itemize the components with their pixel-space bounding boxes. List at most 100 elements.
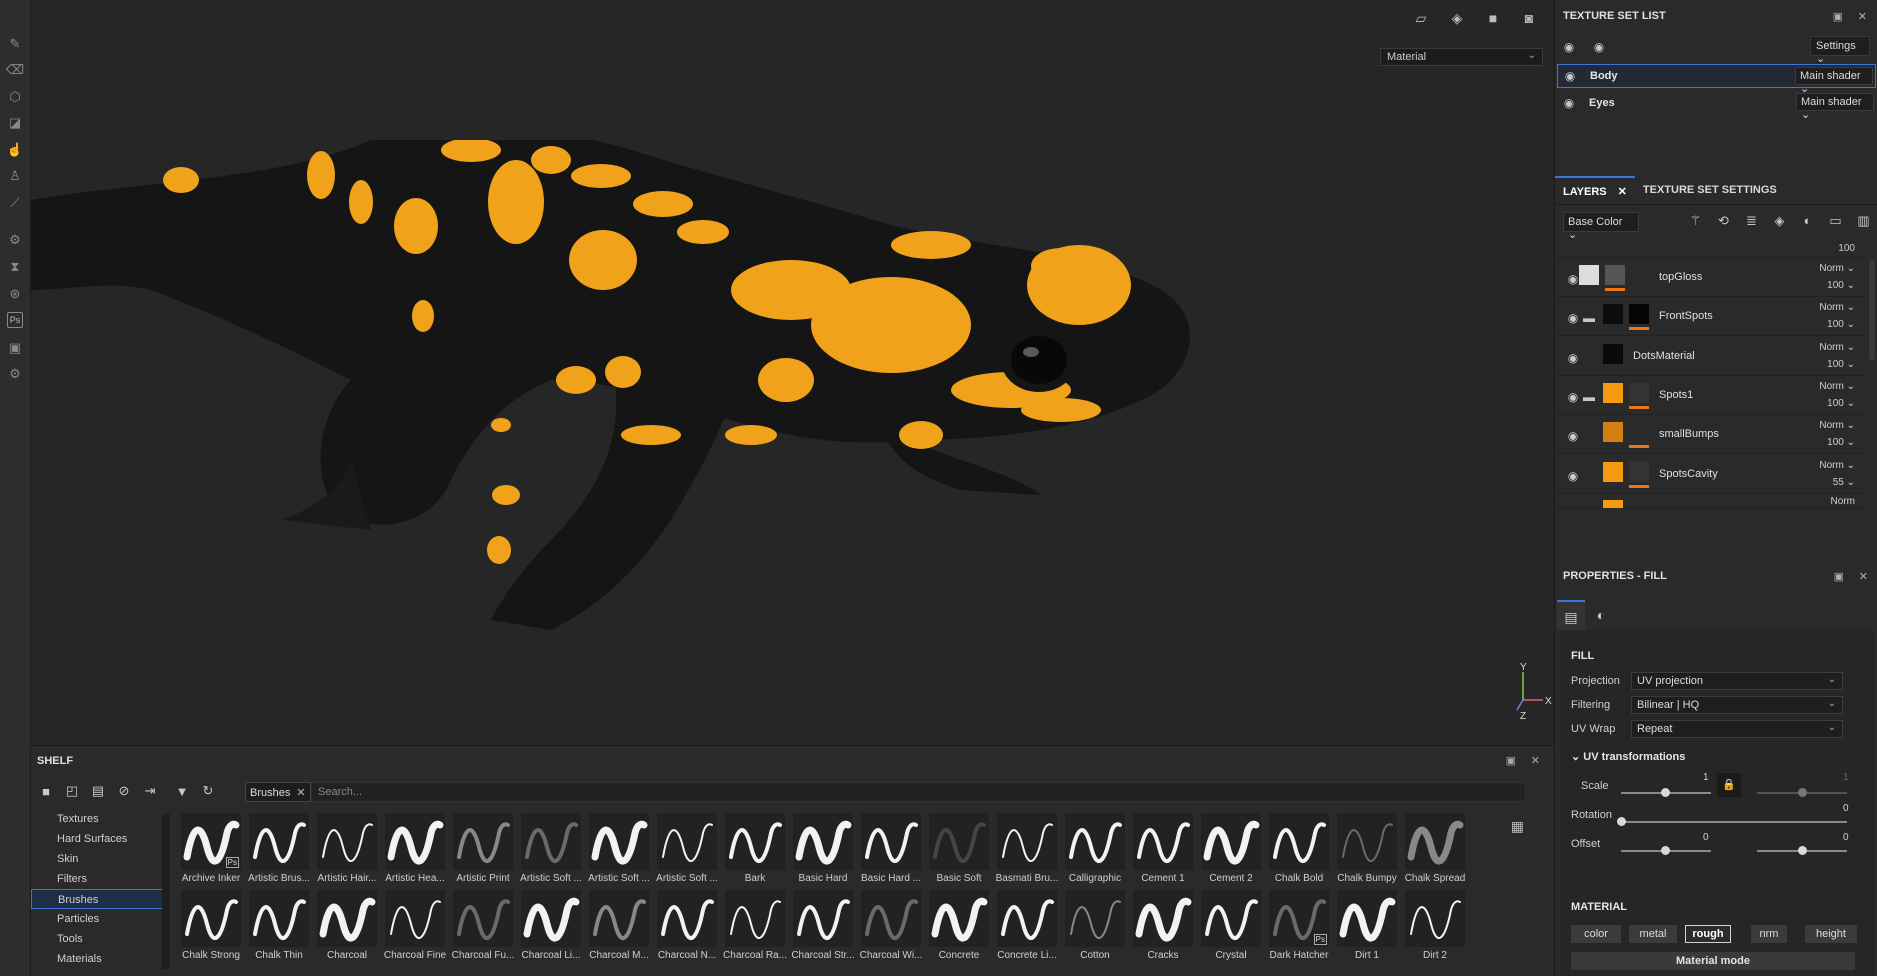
category-item[interactable]: Textures bbox=[31, 809, 163, 829]
display-mode-dropdown[interactable]: Material ⌄ bbox=[1380, 48, 1543, 66]
blend-mode-dropdown[interactable]: Norm ⌄ bbox=[1819, 381, 1855, 392]
layer-row[interactable]: ◉ smallBumps Norm ⌄ 100 ⌄ bbox=[1555, 415, 1865, 455]
channel-toggle-color[interactable]: color bbox=[1571, 925, 1621, 943]
brush-item[interactable]: Artistic Soft ... bbox=[653, 811, 721, 888]
eye-icon[interactable]: ◉ bbox=[1561, 429, 1585, 443]
camera-icon[interactable]: ■ bbox=[1482, 8, 1504, 28]
lock-icon[interactable]: 🔒 bbox=[1717, 773, 1741, 797]
brush-item[interactable]: Artistic Hair... bbox=[313, 811, 381, 888]
3d-viewport[interactable]: ▱ ◈ ■ ◙ Material ⌄ Y X Z bbox=[31, 0, 1554, 735]
save-icon[interactable]: ▤ bbox=[87, 781, 109, 801]
scale-value[interactable]: 1 bbox=[1703, 772, 1709, 783]
material-mode-button[interactable]: Material mode bbox=[1571, 952, 1855, 970]
add-mask-icon[interactable]: ◐ bbox=[1797, 213, 1818, 231]
uv-transformations-section[interactable]: ⌄ UV transformations bbox=[1571, 750, 1685, 763]
layer-row[interactable]: ◉ ▬ Spots1 Norm ⌄ 100 ⌄ bbox=[1555, 376, 1865, 415]
brush-item[interactable]: Cracks bbox=[1129, 888, 1197, 965]
frame-icon[interactable]: ▱ bbox=[1410, 8, 1432, 28]
brush-item[interactable]: Charcoal M... bbox=[585, 888, 653, 965]
uvwrap-dropdown[interactable]: Repeat ⌄ bbox=[1631, 720, 1843, 738]
brush-item[interactable]: Calligraphic bbox=[1061, 811, 1129, 888]
filter-icon[interactable]: ▼ bbox=[171, 781, 193, 801]
export-icon[interactable]: ▣ bbox=[5, 338, 25, 358]
tab-texture-set-settings[interactable]: TEXTURE SET SETTINGS bbox=[1635, 176, 1785, 204]
eye-settings-icon[interactable]: ◉ bbox=[1557, 40, 1581, 54]
material-tab-icon[interactable]: ◐ bbox=[1587, 600, 1615, 630]
tab-layers[interactable]: LAYERS ✕ bbox=[1555, 176, 1635, 204]
layer-opacity[interactable]: 55 ⌄ bbox=[1833, 477, 1855, 488]
settings-dropdown[interactable]: Settings ⌄ bbox=[1810, 36, 1870, 65]
folder-icon[interactable]: ▬ bbox=[1583, 311, 1595, 325]
layer-opacity[interactable]: 100 ⌄ bbox=[1827, 398, 1855, 409]
brush-item[interactable]: Chalk Bold bbox=[1265, 811, 1333, 888]
texture-set-body[interactable]: ◉ Body Main shader ⌄ bbox=[1557, 64, 1876, 95]
close-icon[interactable]: ✕ bbox=[1858, 10, 1867, 23]
offset-value-1[interactable]: 0 bbox=[1703, 832, 1709, 843]
blend-mode-dropdown[interactable]: Norm ⌄ bbox=[1819, 420, 1855, 431]
brush-item[interactable]: Concrete Li... bbox=[993, 888, 1061, 965]
eye-icon[interactable]: ◉ bbox=[1587, 40, 1611, 54]
close-icon[interactable]: ✕ bbox=[1531, 754, 1540, 767]
scale-slider-handle[interactable] bbox=[1661, 788, 1670, 797]
brush-item[interactable]: Bark bbox=[721, 811, 789, 888]
channel-toggle-height[interactable]: height bbox=[1805, 925, 1857, 943]
float-icon[interactable]: ▣ bbox=[1834, 570, 1844, 583]
brush-item[interactable]: Charcoal Li... bbox=[517, 888, 585, 965]
settings-icon[interactable]: ⚙ bbox=[5, 364, 25, 384]
brush-item[interactable]: Charcoal Fine bbox=[381, 888, 449, 965]
cube-view-icon[interactable]: ◈ bbox=[1446, 8, 1468, 28]
blend-mode-dropdown[interactable]: Norm ⌄ bbox=[1819, 460, 1855, 471]
brush-item[interactable]: Cement 2 bbox=[1197, 811, 1265, 888]
channel-toggle-rough[interactable]: rough bbox=[1685, 925, 1731, 943]
new-shelf-icon[interactable]: ◰ bbox=[61, 781, 83, 801]
layer-row-partial[interactable]: 100 bbox=[1555, 240, 1865, 258]
eye-icon[interactable]: ◉ bbox=[1561, 351, 1585, 365]
layer-opacity[interactable]: 100 ⌄ bbox=[1827, 319, 1855, 330]
hide-icon[interactable]: ⊘ bbox=[113, 781, 135, 801]
eye-icon[interactable]: ◉ bbox=[1561, 311, 1585, 325]
brush-item[interactable]: Chalk Thin bbox=[245, 888, 313, 965]
category-item[interactable]: Filters bbox=[31, 869, 163, 889]
brush-item[interactable]: Dirt 1 bbox=[1333, 888, 1401, 965]
brush-item[interactable]: Ps Dark Hatcher bbox=[1265, 888, 1333, 965]
rotation-slider[interactable] bbox=[1621, 821, 1847, 823]
layer-row-partial[interactable]: Norm bbox=[1555, 494, 1865, 508]
offset-value-2[interactable]: 0 bbox=[1843, 832, 1849, 843]
brush-item[interactable]: Charcoal bbox=[313, 888, 381, 965]
grid-view-icon[interactable]: ▦ bbox=[1511, 818, 1524, 835]
delete-icon[interactable]: ▥ bbox=[1853, 213, 1874, 231]
material-picker-icon[interactable]: ⧗ bbox=[5, 257, 25, 277]
blend-mode-dropdown[interactable]: Norm ⌄ bbox=[1819, 263, 1855, 274]
layer-opacity[interactable]: 100 ⌄ bbox=[1827, 437, 1855, 448]
search-input[interactable]: Search... bbox=[311, 782, 1526, 802]
brush-item[interactable]: Charcoal Str... bbox=[789, 888, 857, 965]
brush-item[interactable]: Artistic Soft ... bbox=[585, 811, 653, 888]
category-item[interactable]: Hard Surfaces bbox=[31, 829, 163, 849]
close-icon[interactable]: ✕ bbox=[296, 787, 305, 799]
brush-item[interactable]: Chalk Bumpy bbox=[1333, 811, 1401, 888]
projection-dropdown[interactable]: UV projection ⌄ bbox=[1631, 672, 1843, 690]
projection-icon[interactable]: ⬡ bbox=[5, 87, 25, 107]
category-item[interactable]: Skin bbox=[31, 849, 163, 869]
folder-icon[interactable]: ▬ bbox=[1583, 390, 1595, 404]
layer-row[interactable]: ◉ topGloss Norm ⌄ 100 ⌄ bbox=[1555, 258, 1865, 297]
close-icon[interactable]: ✕ bbox=[1859, 570, 1868, 583]
brush-item[interactable]: Basmati Bru... bbox=[993, 811, 1061, 888]
scrollbar[interactable] bbox=[162, 814, 170, 969]
float-icon[interactable]: ▣ bbox=[1506, 754, 1516, 767]
brush-item[interactable]: Artistic Soft ... bbox=[517, 811, 585, 888]
filter-tag[interactable]: Brushes ✕ bbox=[245, 782, 311, 802]
add-layer-icon[interactable]: ≣ bbox=[1741, 213, 1762, 231]
float-icon[interactable]: ▣ bbox=[1833, 10, 1843, 23]
brush-item[interactable]: Artistic Hea... bbox=[381, 811, 449, 888]
smudge-icon[interactable]: ☝ bbox=[5, 140, 25, 160]
layer-row[interactable]: ◉ DotsMaterial Norm ⌄ 100 ⌄ bbox=[1555, 337, 1865, 376]
brush-item[interactable]: Charcoal Fu... bbox=[449, 888, 517, 965]
filtering-dropdown[interactable]: Bilinear | HQ ⌄ bbox=[1631, 696, 1843, 714]
category-item[interactable]: Particles bbox=[31, 909, 163, 929]
brush-item[interactable]: Crystal bbox=[1197, 888, 1265, 965]
add-folder-icon[interactable]: ▭ bbox=[1825, 213, 1846, 231]
brush-item[interactable]: Cement 1 bbox=[1129, 811, 1197, 888]
layer-opacity[interactable]: 100 ⌄ bbox=[1827, 280, 1855, 291]
brush-item[interactable]: Basic Hard bbox=[789, 811, 857, 888]
